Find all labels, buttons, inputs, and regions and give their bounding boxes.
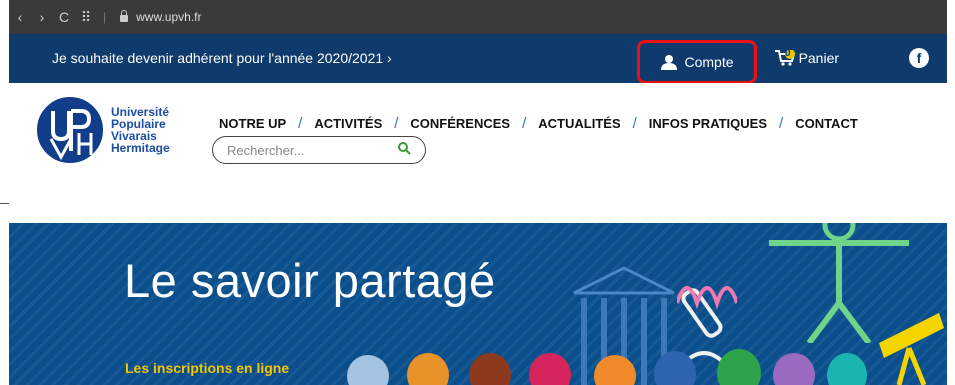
reload-icon[interactable]: C — [53, 9, 75, 25]
nav-separator: / — [779, 115, 784, 132]
hero-title: Le savoir partagé — [124, 254, 496, 307]
main-nav: NOTRE UP / ACTIVITÉS / CONFÉRENCES / ACT… — [219, 115, 858, 132]
nav-item-conferences[interactable]: CONFÉRENCES — [410, 116, 510, 131]
cart-label: Panier — [798, 50, 840, 66]
hero-banner: Le savoir partagé Les inscriptions en li… — [9, 223, 947, 385]
forward-icon[interactable]: › — [31, 9, 53, 25]
hero-subtitle[interactable]: Les inscriptions en ligne — [125, 360, 289, 376]
top-bar: Je souhaite devenir adhérent pour l'anné… — [9, 34, 947, 84]
lock-icon — [120, 9, 129, 22]
search-icon[interactable] — [398, 142, 411, 158]
address-bar[interactable]: www.upvh.fr — [136, 10, 201, 24]
site-logo[interactable]: Université Populaire Vivarais Hermitage — [37, 97, 170, 163]
back-icon[interactable]: ‹ — [9, 9, 31, 25]
user-icon — [661, 55, 678, 70]
spring-illustration — [677, 286, 737, 310]
browser-toolbar: ‹ › C ⠿ | www.upvh.fr — [9, 0, 947, 34]
toolbar-divider: | — [103, 10, 107, 24]
logo-text: Université Populaire Vivarais Hermitage — [111, 106, 170, 154]
nav-item-infos-pratiques[interactable]: INFOS PRATIQUES — [649, 116, 767, 131]
facebook-icon[interactable]: f — [909, 48, 929, 68]
telescope-illustration — [879, 313, 944, 385]
logo-emblem — [37, 97, 103, 163]
logo-line: Hermitage — [111, 141, 170, 155]
site-header: Université Populaire Vivarais Hermitage … — [9, 83, 947, 223]
membership-link[interactable]: Je souhaite devenir adhérent pour l'anné… — [52, 50, 392, 66]
nav-separator: / — [632, 115, 637, 132]
nav-item-contact[interactable]: CONTACT — [795, 116, 858, 131]
account-label: Compte — [684, 54, 734, 70]
apps-grid-icon[interactable]: ⠿ — [75, 9, 97, 26]
search-input[interactable]: Rechercher... — [212, 136, 426, 164]
cart-count: 0 — [785, 47, 791, 59]
account-button[interactable]: Compte — [637, 40, 757, 84]
nav-separator: / — [522, 115, 527, 132]
nav-separator: / — [394, 115, 399, 132]
nav-item-notre-up[interactable]: NOTRE UP — [219, 116, 286, 131]
search-placeholder: Rechercher... — [227, 142, 305, 158]
nav-separator: / — [298, 115, 303, 132]
cart-button[interactable]: 0 Panier — [775, 47, 840, 66]
nav-item-actualites[interactable]: ACTUALITÉS — [538, 116, 620, 131]
nav-item-activites[interactable]: ACTIVITÉS — [314, 116, 382, 131]
